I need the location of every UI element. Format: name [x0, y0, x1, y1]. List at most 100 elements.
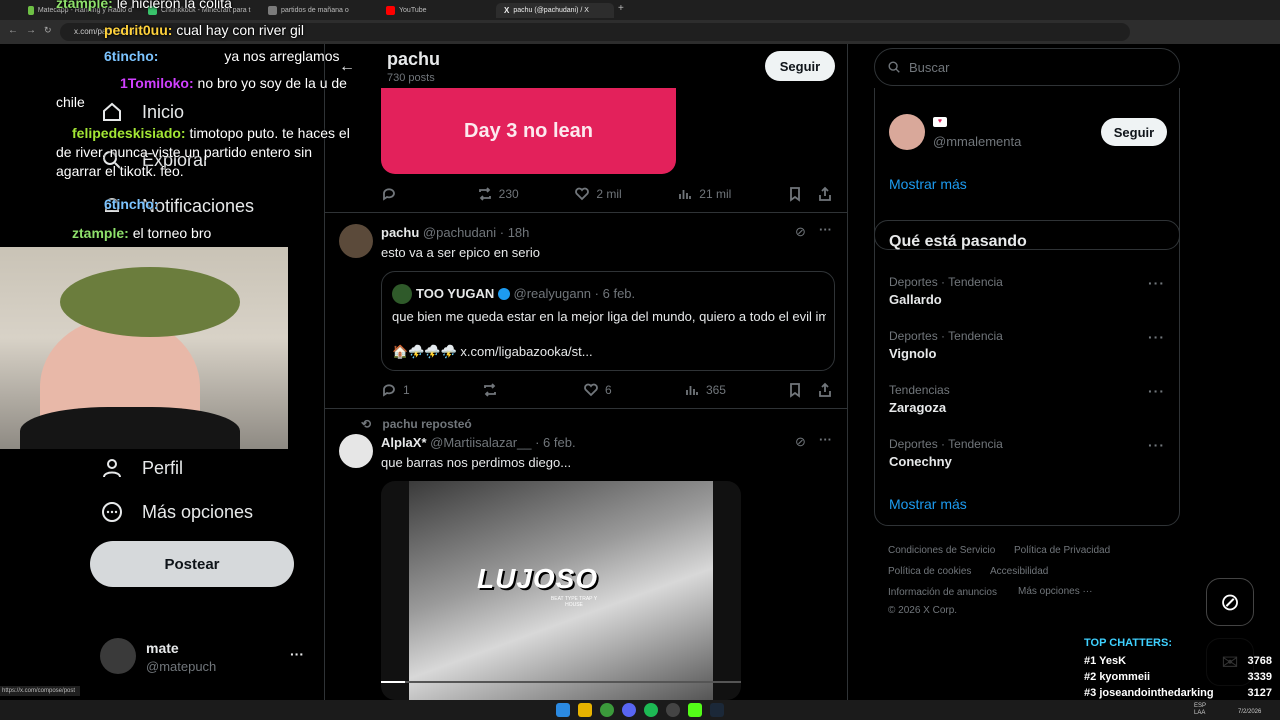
footer-link[interactable]: Política de Privacidad: [1014, 545, 1110, 556]
more-icon[interactable]: ···: [819, 222, 832, 237]
kick-icon[interactable]: [688, 703, 702, 717]
repost-icon: ⟲: [361, 417, 372, 431]
suggested-handle[interactable]: @mmalementa: [933, 134, 1021, 149]
avatar[interactable]: [889, 114, 925, 150]
divider: [325, 212, 847, 213]
forward-icon[interactable]: →: [26, 25, 36, 36]
reply-button[interactable]: [381, 186, 421, 202]
share-icon[interactable]: [817, 382, 833, 398]
language-indicator[interactable]: ESP LAA: [1194, 703, 1214, 717]
chat-message: 6tincho:: [56, 195, 356, 214]
browser-tab-active[interactable]: Xpachu (@pachudani) / X: [496, 3, 614, 18]
video-subtitle: BEAT TYPE TRAP Y HOUSE: [550, 596, 598, 608]
footer-link[interactable]: Información de anuncios: [888, 587, 997, 598]
chatter-rank: #3: [1084, 687, 1097, 699]
footer-link[interactable]: Más opciones ···: [1018, 586, 1092, 597]
share-icon[interactable]: [817, 186, 833, 202]
repost-button[interactable]: [482, 382, 522, 398]
post-media[interactable]: Day 3 no lean: [381, 88, 676, 174]
search-input[interactable]: Buscar: [874, 48, 1180, 86]
start-icon[interactable]: [556, 703, 570, 717]
author-name[interactable]: AlplaX*: [381, 435, 427, 450]
trend-item[interactable]: Deportes · Tendencia Vignolo: [889, 329, 1169, 361]
nav-item-perfil[interactable]: Perfil: [100, 456, 183, 480]
avatar[interactable]: [339, 434, 373, 468]
chat-text: el torneo bro: [132, 225, 212, 241]
new-tab-icon[interactable]: +: [618, 3, 624, 14]
repost-label[interactable]: pachu reposteó: [382, 417, 471, 431]
file-explorer-icon[interactable]: [578, 703, 592, 717]
like-button[interactable]: 6: [583, 382, 623, 398]
like-button[interactable]: 2 mil: [574, 186, 622, 202]
grok-icon[interactable]: ⊘: [795, 224, 806, 240]
chat-message: ztample: el torneo bro: [56, 224, 356, 243]
more-icon[interactable]: ···: [290, 646, 304, 662]
post-count: 730 posts: [387, 72, 435, 84]
chatter-row: #1 YesK 3768: [1084, 655, 1272, 667]
more-icon[interactable]: ···: [1148, 329, 1165, 345]
follow-button[interactable]: Seguir: [765, 51, 835, 81]
video-title: LUJOSO: [477, 563, 599, 594]
post-video[interactable]: LUJOSO BEAT TYPE TRAP Y HOUSE: [381, 481, 741, 700]
chat-message: pedrit0uu: cual hay con river gil: [56, 21, 356, 40]
chrome-icon[interactable]: [600, 703, 614, 717]
quote-text: que bien me queda estar en la mejor liga…: [392, 309, 826, 324]
bookmark-icon[interactable]: [787, 186, 803, 202]
more-circle-icon: [102, 502, 122, 522]
quoted-post[interactable]: TOO YUGAN @realyugann · 6 feb. que bien …: [381, 271, 835, 371]
author-name[interactable]: pachu: [381, 225, 419, 240]
trend-item[interactable]: Deportes · Tendencia Gallardo: [889, 275, 1169, 307]
reply-icon: [383, 384, 395, 397]
streamer-hat: [60, 267, 240, 337]
windows-taskbar: ESP LAA 7/2/2026: [0, 700, 1280, 720]
trend-name: Vignolo: [889, 346, 937, 361]
footer-link[interactable]: Política de cookies: [888, 566, 971, 577]
post-actions: 1 6 365: [381, 382, 837, 398]
quote-time: · 6 feb.: [594, 286, 636, 301]
more-icon[interactable]: ···: [1148, 437, 1165, 453]
back-icon[interactable]: ←: [8, 25, 18, 36]
discord-icon[interactable]: [622, 703, 636, 717]
follow-button[interactable]: Seguir: [1101, 118, 1167, 146]
nav-label: Más opciones: [142, 501, 254, 522]
reload-icon[interactable]: ↻: [44, 25, 52, 36]
nav-label: Perfil: [142, 457, 184, 478]
views-icon: [679, 190, 692, 199]
clock-date[interactable]: 7/2/2026: [1238, 709, 1261, 715]
views-button[interactable]: 21 mil: [677, 186, 731, 202]
grok-icon[interactable]: ⊘: [1206, 578, 1254, 626]
show-more-link[interactable]: Mostrar más: [889, 176, 967, 192]
grok-icon[interactable]: ⊘: [795, 434, 806, 450]
more-icon[interactable]: ···: [1148, 383, 1165, 399]
post-text: esto va a ser epico en serio: [381, 245, 540, 260]
trend-name: Gallardo: [889, 292, 942, 307]
heart-icon: [584, 383, 598, 397]
search-icon: [888, 61, 900, 73]
post-button[interactable]: Postear: [90, 541, 294, 587]
trend-category: Deportes · Tendencia: [889, 275, 1003, 289]
more-icon[interactable]: ···: [819, 432, 832, 447]
repost-button[interactable]: 230: [477, 186, 519, 202]
video-progress[interactable]: [381, 681, 741, 683]
author-handle: @pachudani: [422, 225, 497, 240]
bookmark-icon[interactable]: [787, 382, 803, 398]
reply-button[interactable]: 1: [381, 382, 421, 398]
trend-item[interactable]: Deportes · Tendencia Conechny: [889, 437, 1169, 469]
bookmark-share: [787, 382, 837, 398]
show-more-link[interactable]: Mostrar más: [889, 496, 967, 512]
trend-category: Deportes · Tendencia: [889, 329, 1003, 343]
chat-text: ya nos arreglamos: [224, 48, 340, 64]
trend-name: Zaragoza: [889, 400, 947, 415]
footer-link[interactable]: Condiciones de Servicio: [888, 545, 995, 556]
spotify-icon[interactable]: [644, 703, 658, 717]
obs-icon[interactable]: [666, 703, 680, 717]
more-icon[interactable]: ···: [1148, 275, 1165, 291]
account-switcher[interactable]: mate @matepuch ···: [100, 636, 314, 680]
views-button[interactable]: 365: [684, 382, 726, 398]
browser-tab[interactable]: YouTube: [378, 3, 496, 18]
steam-icon[interactable]: [710, 703, 724, 717]
avatar: [100, 638, 136, 674]
footer-link[interactable]: Accesibilidad: [990, 566, 1048, 577]
trend-item[interactable]: Tendencias Zaragoza: [889, 383, 1169, 415]
nav-item-mas-opciones[interactable]: Más opciones: [100, 500, 253, 524]
